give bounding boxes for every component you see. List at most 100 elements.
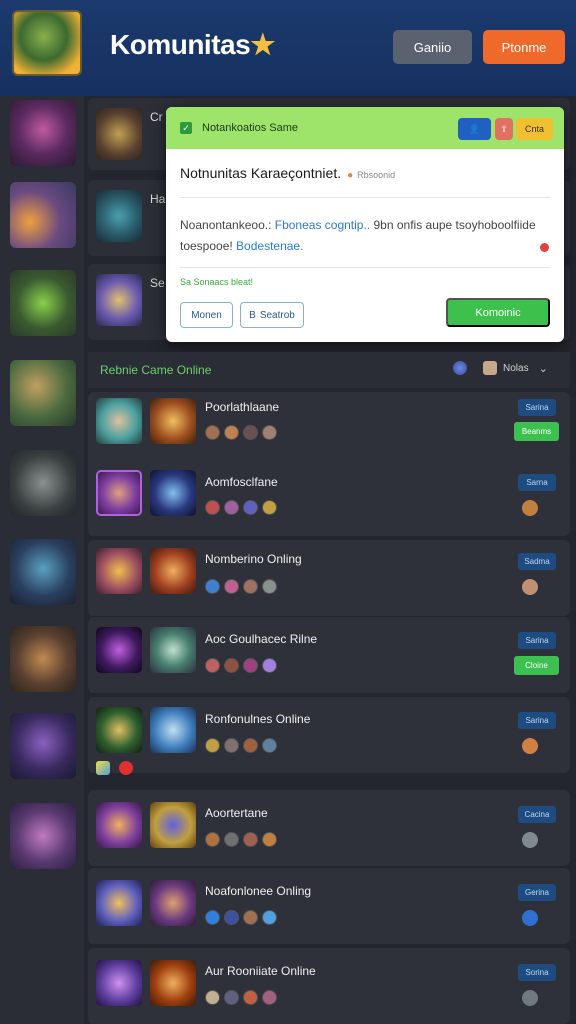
check-icon: ✓: [180, 122, 192, 134]
list-item-title: Aoortertane: [205, 806, 268, 820]
globe-icon: [453, 361, 467, 375]
sidebar-game-thumb[interactable]: [10, 100, 76, 166]
avatar: [522, 910, 538, 926]
list-item-title: Noafonlonee Onling: [205, 884, 312, 898]
game-thumb: [150, 548, 196, 594]
avatar: [224, 500, 239, 515]
alert-dot-icon: [540, 243, 549, 252]
avatar: [262, 425, 277, 440]
game-thumb: [96, 398, 142, 444]
dialog-title: Notnunitas Karaeçontniet. ● Rbsoonid: [180, 165, 395, 181]
sidebar-game-thumb[interactable]: [10, 803, 76, 869]
game-thumb: [150, 960, 196, 1006]
avatar: [243, 910, 258, 925]
avatar: [522, 738, 538, 754]
game-thumb: [96, 880, 142, 926]
game-thumb: [96, 960, 142, 1006]
sidebar-game-thumb[interactable]: [10, 539, 76, 605]
dialog-tag[interactable]: Cnta: [516, 118, 553, 140]
dialog-status-note: Sa Sonaacs bleat!: [180, 277, 254, 287]
app-header: Komunitas★ Ganiio Ptonme: [0, 0, 576, 96]
avatar: [262, 738, 277, 753]
desc-text: Noanontankeoo.:: [180, 218, 275, 232]
avatar: [243, 500, 258, 515]
sidebar-game-thumb[interactable]: [10, 270, 76, 336]
dialog-title-text: Notnunitas Karaeçontniet.: [180, 165, 342, 181]
notification-dialog: ✓ Notankoatios Same 👤 ⇪ Cnta Notnunitas …: [166, 107, 564, 342]
game-thumb: [96, 627, 142, 673]
player-avatars: [205, 832, 277, 847]
list-item-title: Ronfonulnes Online: [205, 712, 311, 726]
avatar: [522, 990, 538, 1006]
desc-link[interactable]: Fboneas cogntip..: [275, 218, 370, 232]
record-icon[interactable]: [119, 761, 133, 775]
game-thumb: [96, 802, 142, 848]
avatar: [205, 910, 220, 925]
edit-icon[interactable]: [96, 761, 110, 775]
player-avatars: [205, 990, 277, 1005]
filter-dropdown[interactable]: Nolas ⌄: [483, 361, 548, 375]
dialog-title-sub: Rbsoonid: [357, 170, 396, 180]
avatar: [205, 832, 220, 847]
sidebar-game-thumb[interactable]: [10, 182, 76, 248]
sidebar-game-thumb[interactable]: [10, 360, 76, 426]
avatar: [224, 910, 239, 925]
dialog-primary-button[interactable]: Komoinic: [446, 298, 550, 327]
list-item-title: Aoc Goulhacec Rilne: [205, 632, 318, 646]
game-thumb: [150, 627, 196, 673]
divider: [180, 267, 550, 268]
game-thumb: [96, 190, 142, 242]
brand-text: Komunitas: [110, 29, 251, 60]
filter-label: Nolas: [503, 362, 529, 374]
dialog-search-button[interactable]: B Seatrob: [240, 302, 304, 328]
avatar: [243, 990, 258, 1005]
avatar: [224, 579, 239, 594]
user-icon: [483, 361, 497, 375]
player-avatars: [205, 500, 277, 515]
avatar: [262, 990, 277, 1005]
header-primary-button[interactable]: Ptonme: [483, 30, 565, 64]
game-thumb: [150, 802, 196, 848]
desc-link[interactable]: Bodestenae.: [236, 239, 303, 253]
list-item-title: Nomberino Onling: [205, 552, 302, 566]
globe-icon-button[interactable]: [453, 361, 467, 375]
sidebar-game-thumb[interactable]: [10, 626, 76, 692]
top-card-label: Cr: [150, 110, 163, 124]
player-avatars: [205, 910, 277, 925]
user-icon-button[interactable]: 👤: [458, 118, 491, 140]
desc-text: toespooe!: [180, 239, 237, 253]
avatar: [262, 658, 277, 673]
sidebar: [0, 96, 84, 1024]
sidebar-game-thumb[interactable]: [10, 713, 76, 779]
avatar: [243, 738, 258, 753]
brand-title: Komunitas★: [110, 28, 275, 61]
header-secondary-button[interactable]: Ganiio: [393, 30, 472, 64]
avatar: [205, 579, 220, 594]
top-card-label: Ha: [150, 192, 166, 206]
game-thumb: [150, 880, 196, 926]
status-badge: Cacina: [518, 806, 556, 823]
game-thumb: [150, 470, 196, 516]
game-thumb: [150, 398, 196, 444]
avatar: [205, 658, 220, 673]
avatar: [205, 500, 220, 515]
list-item-title: Poorlathlaane: [205, 400, 280, 414]
dialog-secondary-button[interactable]: Monen: [180, 302, 233, 328]
avatar: [522, 500, 538, 516]
top-card-label: Se: [150, 276, 165, 290]
sidebar-game-thumb[interactable]: [10, 450, 76, 516]
button-label: Seatrob: [259, 309, 295, 321]
status-badge: Sorina: [518, 964, 556, 981]
avatar: [224, 990, 239, 1005]
dialog-description: Noanontankeoo.: Fboneas cogntip.. 9bn on…: [180, 215, 550, 257]
avatar: [262, 500, 277, 515]
share-icon-button[interactable]: ⇪: [495, 118, 513, 140]
player-avatars: [205, 425, 277, 440]
star-icon: ★: [250, 29, 275, 60]
status-badge: Beanms: [514, 422, 559, 441]
game-thumb: [150, 707, 196, 753]
app-logo[interactable]: [12, 10, 82, 76]
status-badge: Sarina: [518, 712, 556, 729]
game-thumb: [96, 108, 142, 160]
avatar: [243, 425, 258, 440]
